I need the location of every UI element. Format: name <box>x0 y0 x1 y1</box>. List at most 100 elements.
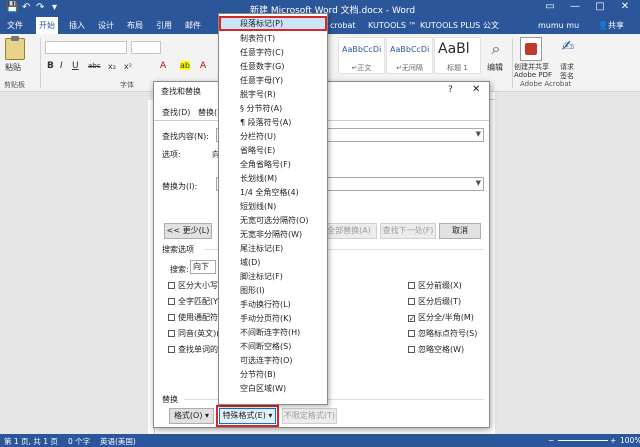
page-count[interactable]: 第 1 页, 共 1 页 <box>4 436 58 447</box>
menu-item-en-dash[interactable]: 短划线(N) <box>219 199 327 214</box>
checkbox-box[interactable] <box>168 346 175 353</box>
clear-format-button[interactable]: A <box>200 61 206 71</box>
tab-kutools[interactable]: KUTOOLS ™ <box>368 17 416 34</box>
ignore-punctuation-checkbox[interactable]: 忽略标点符号(S) <box>408 328 477 339</box>
language-indicator[interactable]: 英语(美国) <box>100 436 136 447</box>
font-name-box[interactable] <box>45 41 127 54</box>
ignore-spaces-checkbox[interactable]: 忽略空格(W) <box>408 344 464 355</box>
quick-access-dropdown-icon[interactable]: ▾ <box>52 2 57 13</box>
highlight-button[interactable]: ab <box>180 61 190 70</box>
tab-file[interactable]: 文件 <box>4 17 26 34</box>
menu-item-nonbreaking-space[interactable]: 不间断空格(S) <box>219 339 327 354</box>
menu-item-ellipsis[interactable]: 省略号(E) <box>219 143 327 158</box>
tab-kutools-plus[interactable]: KUTOOLS PLUS <box>420 17 480 34</box>
bold-button[interactable]: B <box>47 61 54 71</box>
word-count[interactable]: 0 个字 <box>68 436 90 447</box>
font-color-button[interactable]: A <box>160 61 166 71</box>
find-next-button[interactable]: 查找下一处(F) <box>380 223 436 239</box>
editing-button[interactable]: 编辑 <box>487 62 503 73</box>
menu-item-section-char[interactable]: § 分节符(A) <box>219 101 327 116</box>
ribbon-display-icon[interactable]: ▭ <box>540 1 560 12</box>
menu-item-endnote-mark[interactable]: 尾注标记(E) <box>219 241 327 256</box>
menu-item-quarter-space[interactable]: 1/4 全角空格(4) <box>219 185 327 200</box>
minimize-icon[interactable]: — <box>565 1 585 12</box>
menu-item-footnote-mark[interactable]: 脚注标记(F) <box>219 269 327 284</box>
check-icon[interactable]: ✓ <box>408 315 415 323</box>
menu-item-em-dash[interactable]: 长划线(M) <box>219 171 327 186</box>
checkbox-box[interactable] <box>168 314 175 321</box>
menu-item-field[interactable]: 域(D) <box>219 255 327 270</box>
style-heading-1[interactable]: AaBl 标题 1 <box>434 37 481 74</box>
strikethrough-button[interactable]: abc <box>88 62 101 70</box>
match-suffix-checkbox[interactable]: 区分后缀(T) <box>408 296 461 307</box>
menu-item-any-letter[interactable]: 任意字母(Y) <box>219 73 327 88</box>
tab-acrobat[interactable]: crobat <box>330 17 356 34</box>
menu-item-paragraph-mark[interactable]: 段落标记(P) <box>219 16 327 31</box>
menu-item-nonbreaking-hyphen[interactable]: 不间断连字符(H) <box>219 325 327 340</box>
format-button[interactable]: 格式(O) ▾ <box>169 408 214 424</box>
menu-item-manual-line-break[interactable]: 手动换行符(L) <box>219 297 327 312</box>
save-icon[interactable]: 💾 <box>6 2 18 13</box>
help-icon[interactable]: ? <box>448 85 453 95</box>
menu-item-paragraph-char[interactable]: ¶ 段落符号(A) <box>219 115 327 130</box>
zoom-out-button[interactable]: − <box>548 436 554 445</box>
italic-button[interactable]: I <box>60 61 63 71</box>
menu-item-zero-width-optional-break[interactable]: 无宽可选分隔符(O) <box>219 213 327 228</box>
find-icon[interactable]: ⌕ <box>487 39 505 59</box>
tab-layout[interactable]: 布局 <box>124 17 146 34</box>
menu-item-caret[interactable]: 脱字号(R) <box>219 87 327 102</box>
match-prefix-checkbox[interactable]: 区分前缀(X) <box>408 280 462 291</box>
chevron-down-icon[interactable]: ▼ <box>476 179 481 187</box>
special-format-button[interactable]: 特殊格式(E) ▾ <box>216 405 279 427</box>
whole-word-checkbox[interactable]: 全字匹配(Y) <box>168 296 221 307</box>
checkbox-box[interactable] <box>168 330 175 337</box>
menu-item-any-digit[interactable]: 任意数字(G) <box>219 59 327 74</box>
menu-item-white-space[interactable]: 空白区域(W) <box>219 381 327 396</box>
share-button[interactable]: 👤共享 <box>598 17 624 34</box>
zoom-level[interactable]: 100% <box>620 436 640 445</box>
tab-mailings[interactable]: 邮件 <box>182 17 204 34</box>
signature-icon[interactable]: ✍ <box>557 37 579 61</box>
tab-references[interactable]: 引用 <box>153 17 175 34</box>
tab-insert[interactable]: 插入 <box>66 17 88 34</box>
subscript-button[interactable]: x₂ <box>108 62 116 71</box>
checkbox-box[interactable] <box>408 346 415 353</box>
menu-item-fullwidth-ellipsis[interactable]: 全角省略号(F) <box>219 157 327 172</box>
menu-item-optional-hyphen[interactable]: 可选连字符(O) <box>219 353 327 368</box>
undo-icon[interactable]: ↶ <box>22 2 30 13</box>
restore-icon[interactable]: □ <box>590 1 610 12</box>
tab-gongwen[interactable]: 公文 <box>483 17 499 34</box>
menu-item-manual-page-break[interactable]: 手动分页符(K) <box>219 311 327 326</box>
menu-item-column-break[interactable]: 分栏符(U) <box>219 129 327 144</box>
no-formatting-button[interactable]: 不限定格式(T) <box>282 408 337 424</box>
menu-item-zero-width-non-break[interactable]: 无宽非分隔符(W) <box>219 227 327 242</box>
redo-icon[interactable]: ↷ <box>36 2 44 13</box>
style-no-spacing[interactable]: AaBbCcDi ↵无间隔 <box>386 37 433 74</box>
menu-item-tab[interactable]: 制表符(T) <box>219 31 327 46</box>
underline-button[interactable]: U <box>72 61 79 71</box>
font-size-box[interactable] <box>131 41 161 54</box>
style-normal[interactable]: AaBbCcDi ↵正文 <box>338 37 385 74</box>
dialog-close-icon[interactable]: ✕ <box>472 84 480 95</box>
chevron-down-icon[interactable]: ▼ <box>476 130 481 138</box>
create-pdf-label-2[interactable]: Adobe PDF <box>514 71 552 79</box>
paste-button[interactable]: 粘贴 <box>5 62 21 73</box>
search-direction-select[interactable]: 向下 <box>190 260 216 274</box>
cancel-button[interactable]: 取消 <box>439 223 481 239</box>
paste-icon[interactable] <box>5 36 25 60</box>
menu-item-any-char[interactable]: 任意字符(C) <box>219 45 327 60</box>
less-button[interactable]: << 更少(L) <box>164 223 212 239</box>
menu-item-section-break[interactable]: 分节符(B) <box>219 367 327 382</box>
tab-home[interactable]: 开始 <box>36 17 58 34</box>
checkbox-box[interactable] <box>168 282 175 289</box>
tab-design[interactable]: 设计 <box>95 17 117 34</box>
checkbox-box[interactable] <box>408 282 415 289</box>
checkbox-box[interactable] <box>168 298 175 305</box>
zoom-in-button[interactable]: + <box>610 436 616 445</box>
superscript-button[interactable]: x² <box>124 62 132 71</box>
checkbox-box[interactable] <box>408 330 415 337</box>
user-name[interactable]: mumu mu <box>538 17 579 34</box>
checkbox-box[interactable] <box>408 298 415 305</box>
tab-find[interactable]: 查找(D) <box>162 107 190 118</box>
menu-item-graphic[interactable]: 图形(I) <box>219 283 327 298</box>
